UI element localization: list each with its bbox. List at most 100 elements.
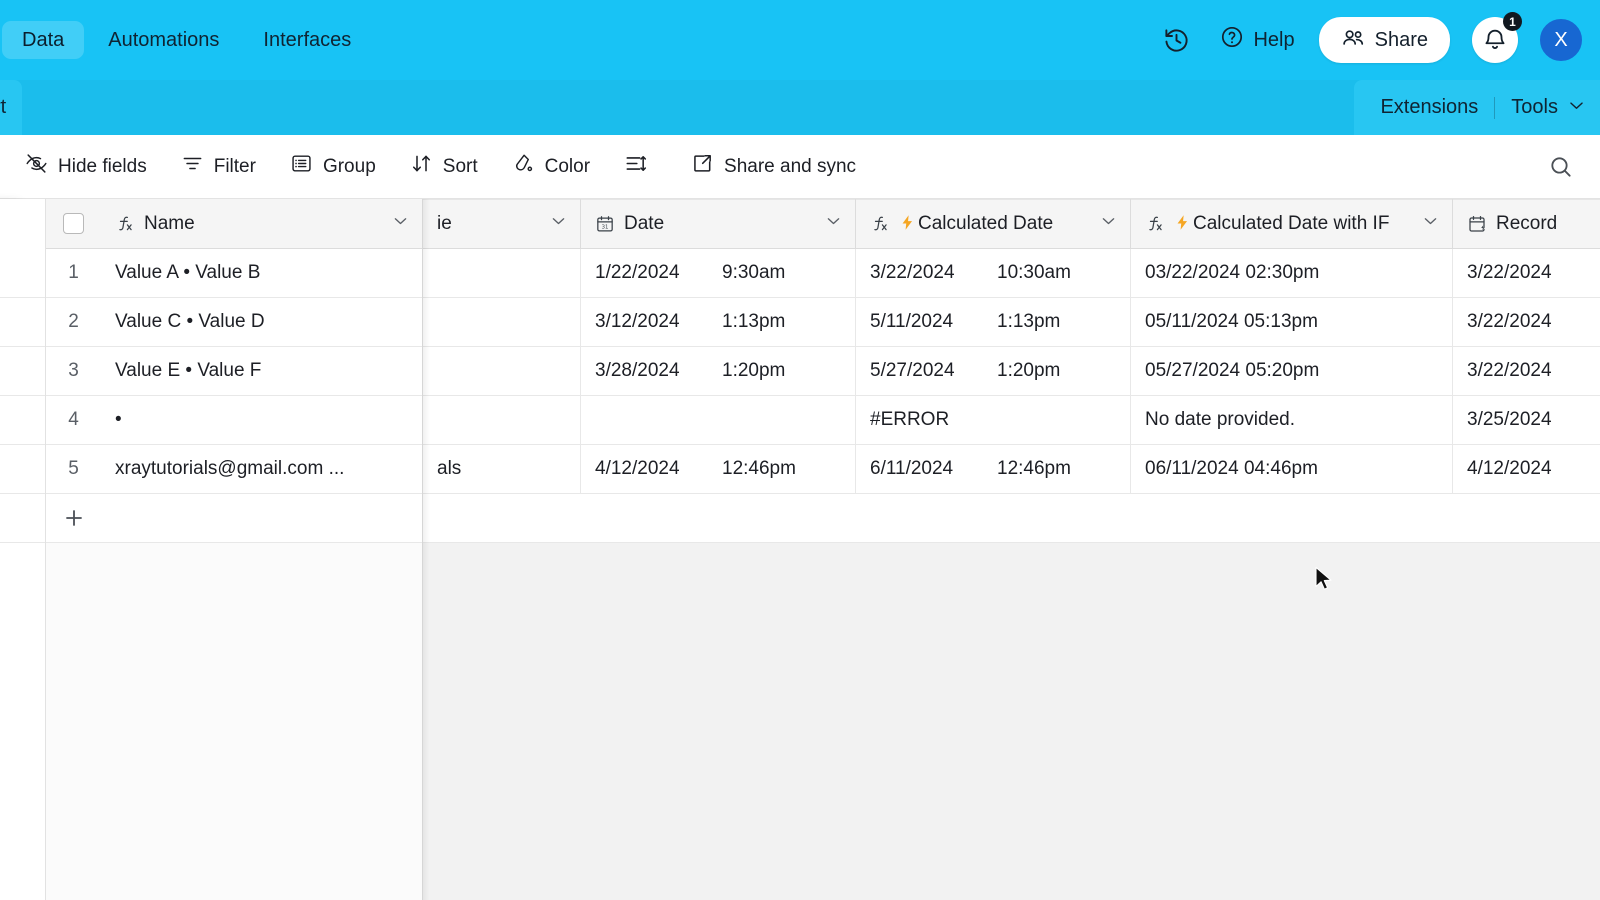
cell-name[interactable]: Value E • Value F (101, 347, 423, 395)
column-header-calculated-date[interactable]: Calculated Date (856, 199, 1131, 248)
cell-date[interactable]: 3/28/2024 1:20pm (581, 347, 856, 395)
row-height-button[interactable] (613, 145, 668, 188)
notifications-button[interactable]: 1 (1472, 12, 1522, 63)
cell-hidden-partial[interactable]: als (423, 445, 581, 493)
cell-calculated-date-with-if[interactable]: 05/11/2024 05:13pm (1131, 298, 1453, 346)
cell-calculated-date-with-if[interactable]: 03/22/2024 02:30pm (1131, 249, 1453, 297)
chevron-down-icon[interactable] (1421, 211, 1440, 236)
table-row[interactable]: 5 xraytutorials@gmail.com ... als 4/12/2024… (0, 445, 1600, 494)
chevron-down-icon[interactable] (824, 211, 843, 236)
cell-calculated-date-value: 5/11/2024 (870, 311, 954, 332)
hide-fields-button[interactable]: Hide fields (14, 145, 158, 188)
cell-calculated-date[interactable]: 5/11/2024 1:13pm (856, 298, 1131, 346)
table-row[interactable]: 3 Value E • Value F 3/28/2024 1:20pm 5/27/20… (0, 347, 1600, 396)
select-all-checkbox[interactable] (46, 199, 101, 248)
share-external-icon (691, 152, 714, 181)
color-button[interactable]: Color (501, 145, 601, 188)
column-header-calculated-date-with-if[interactable]: Calculated Date with IF (1131, 199, 1453, 248)
table-tab-active[interactable]: rt (0, 80, 23, 135)
column-header-label: ie (437, 212, 452, 234)
cell-calculated-date-value: 6/11/2024 (870, 458, 954, 479)
cell-calculated-date-with-if[interactable]: 06/11/2024 04:46pm (1131, 445, 1453, 493)
cell-hidden-partial[interactable] (423, 396, 581, 444)
grid-empty-scroll-area (423, 541, 1600, 900)
cell-name[interactable]: • (101, 396, 423, 444)
color-label: Color (544, 155, 591, 177)
cell-calculated-date-with-if-value: 05/27/2024 05:20pm (1145, 360, 1320, 381)
add-record-row[interactable] (0, 494, 1600, 543)
cell-record[interactable]: 3/22/2024 (1453, 347, 1600, 395)
cell-record[interactable]: 3/22/2024 (1453, 298, 1600, 346)
top-app-bar: Data Automations Interfaces Help Share 1… (0, 0, 1600, 80)
cell-calculated-date-time-value: 12:46pm (997, 458, 1071, 479)
cell-record-value: 3/22/2024 (1467, 311, 1552, 332)
search-icon[interactable] (1544, 150, 1578, 184)
chevron-down-icon[interactable] (549, 211, 568, 236)
cell-calculated-date-with-if[interactable]: 05/27/2024 05:20pm (1131, 347, 1453, 395)
cell-record[interactable]: 3/22/2024 (1453, 249, 1600, 297)
share-button[interactable]: Share (1318, 17, 1450, 63)
cell-calculated-date-with-if[interactable]: No date provided. (1131, 396, 1453, 444)
cell-name[interactable]: Value C • Value D (101, 298, 423, 346)
history-icon[interactable] (1154, 18, 1198, 62)
lightning-bolt-icon (1174, 213, 1191, 235)
column-header-label: Calculated Date (918, 212, 1054, 234)
cell-date-time-value: 12:46pm (722, 458, 796, 479)
cell-calculated-date-time-value: 1:20pm (997, 360, 1061, 381)
filter-button[interactable]: Filter (170, 145, 267, 188)
cell-calculated-date[interactable]: #ERROR (856, 396, 1131, 444)
column-header-record[interactable]: Record (1453, 199, 1600, 248)
cell-record[interactable]: 3/25/2024 (1453, 396, 1600, 444)
add-record-scroll-cell (423, 494, 1600, 542)
tools-button[interactable]: Tools (1511, 96, 1586, 120)
share-and-sync-label: Share and sync (724, 155, 857, 177)
group-button[interactable]: Group (279, 145, 387, 188)
people-icon (1341, 25, 1366, 56)
cell-name[interactable]: xraytutorials@gmail.com ... (101, 445, 423, 493)
nav-tab-data[interactable]: Data (2, 21, 85, 59)
cell-calculated-date[interactable]: 6/11/2024 12:46pm (856, 445, 1131, 493)
extensions-button[interactable]: Extensions (1380, 96, 1478, 119)
cell-date[interactable]: 4/12/2024 12:46pm (581, 445, 856, 493)
table-row[interactable]: 1 Value A • Value B 1/22/2024 9:30am 3/22/20… (0, 249, 1600, 298)
cell-calculated-date-value: 5/27/2024 (870, 360, 955, 381)
share-label: Share (1374, 28, 1428, 51)
sort-button[interactable]: Sort (399, 145, 489, 188)
tabbar-right-actions: Extensions Tools (1354, 80, 1600, 135)
cell-date[interactable]: 3/12/2024 1:13pm (581, 298, 856, 346)
share-and-sync-button[interactable]: Share and sync (680, 145, 867, 188)
column-header-label: Record (1496, 212, 1558, 234)
cell-calculated-date[interactable]: 5/27/2024 1:20pm (856, 347, 1131, 395)
avatar[interactable]: X (1538, 17, 1584, 63)
cell-name-text: Value C • Value D (115, 311, 265, 332)
column-header-date[interactable]: 31 Date (581, 199, 856, 248)
cell-date[interactable] (581, 396, 856, 444)
table-row[interactable]: 4 • #ERROR No date provided. 3/25/2024 (0, 396, 1600, 445)
cell-name[interactable]: Value A • Value B (101, 249, 423, 297)
cell-calculated-date-value: 3/22/2024 (870, 262, 955, 283)
chevron-down-icon[interactable] (1099, 211, 1118, 236)
column-header-hidden-partial[interactable]: ie (423, 199, 581, 248)
cell-calculated-date-with-if-value: 06/11/2024 04:46pm (1145, 458, 1318, 479)
table-row[interactable]: 2 Value C • Value D 3/12/2024 1:13pm 5/11/20… (0, 298, 1600, 347)
cell-name-text: xraytutorials@gmail.com ... (115, 458, 345, 479)
help-button[interactable]: Help (1208, 17, 1306, 63)
tools-label: Tools (1511, 96, 1558, 118)
hide-fields-label: Hide fields (58, 155, 147, 177)
nav-tab-automations[interactable]: Automations (88, 21, 239, 59)
paint-drop-icon (512, 152, 535, 181)
cell-hidden-partial[interactable] (423, 249, 581, 297)
cell-date-value: 1/22/2024 (595, 262, 680, 283)
nav-tab-interfaces[interactable]: Interfaces (243, 21, 371, 59)
cell-record[interactable]: 4/12/2024 (1453, 445, 1600, 493)
cell-record-value: 4/12/2024 (1467, 458, 1552, 479)
chevron-down-icon[interactable] (391, 211, 410, 236)
column-header-name[interactable]: Name (101, 199, 423, 248)
cell-hidden-partial[interactable] (423, 347, 581, 395)
cell-date[interactable]: 1/22/2024 9:30am (581, 249, 856, 297)
cell-hidden-partial[interactable] (423, 298, 581, 346)
cell-calculated-date[interactable]: 3/22/2024 10:30am (856, 249, 1131, 297)
cell-record-value: 3/25/2024 (1467, 409, 1552, 430)
column-header-label: Name (144, 212, 195, 234)
plus-icon[interactable] (46, 494, 101, 542)
